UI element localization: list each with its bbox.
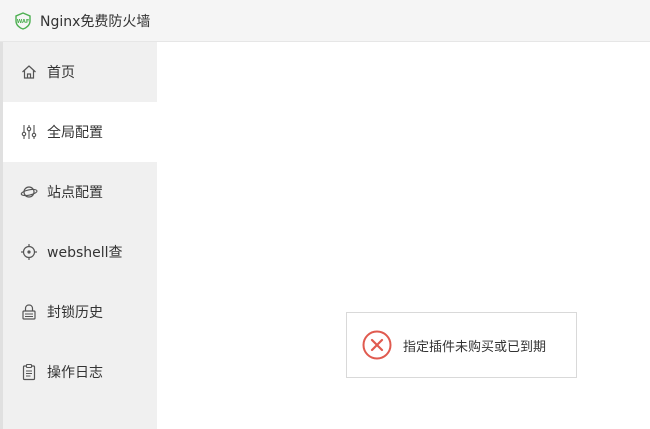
error-toast: 指定插件未购买或已到期 (346, 312, 577, 378)
sliders-icon (20, 123, 38, 141)
sidebar-item-home[interactable]: 首页 (3, 42, 157, 102)
target-icon (20, 243, 38, 261)
clipboard-icon (20, 363, 38, 381)
logo-text: WAF (17, 19, 30, 25)
sidebar-item-global-config[interactable]: 全局配置 (3, 102, 157, 162)
lock-history-icon (20, 303, 38, 321)
app-window: WAF Nginx免费防火墙 首页 全局配置 站点配置 webshell查 封锁… (0, 0, 650, 429)
error-icon (362, 330, 392, 360)
window-title: Nginx免费防火墙 (40, 13, 151, 30)
sidebar-item-label: 操作日志 (47, 365, 103, 381)
sidebar-item-label: 首页 (47, 65, 75, 81)
sidebar-item-block-history[interactable]: 封锁历史 (3, 282, 157, 342)
home-icon (20, 63, 38, 81)
sidebar-item-label: webshell查 (47, 245, 123, 261)
toast-message: 指定插件未购买或已到期 (403, 339, 547, 355)
sidebar-item-webshell[interactable]: webshell查 (3, 222, 157, 282)
title-bar: WAF Nginx免费防火墙 (0, 0, 650, 42)
sidebar-item-site-config[interactable]: 站点配置 (3, 162, 157, 222)
sidebar-item-label: 全局配置 (47, 125, 103, 141)
planet-icon (20, 183, 38, 201)
waf-shield-icon: WAF (14, 11, 32, 30)
sidebar-item-label: 封锁历史 (47, 305, 103, 321)
sidebar-item-operation-log[interactable]: 操作日志 (3, 342, 157, 402)
sidebar-item-label: 站点配置 (47, 185, 103, 201)
sidebar: 首页 全局配置 站点配置 webshell查 封锁历史 操作日志 (3, 42, 157, 429)
